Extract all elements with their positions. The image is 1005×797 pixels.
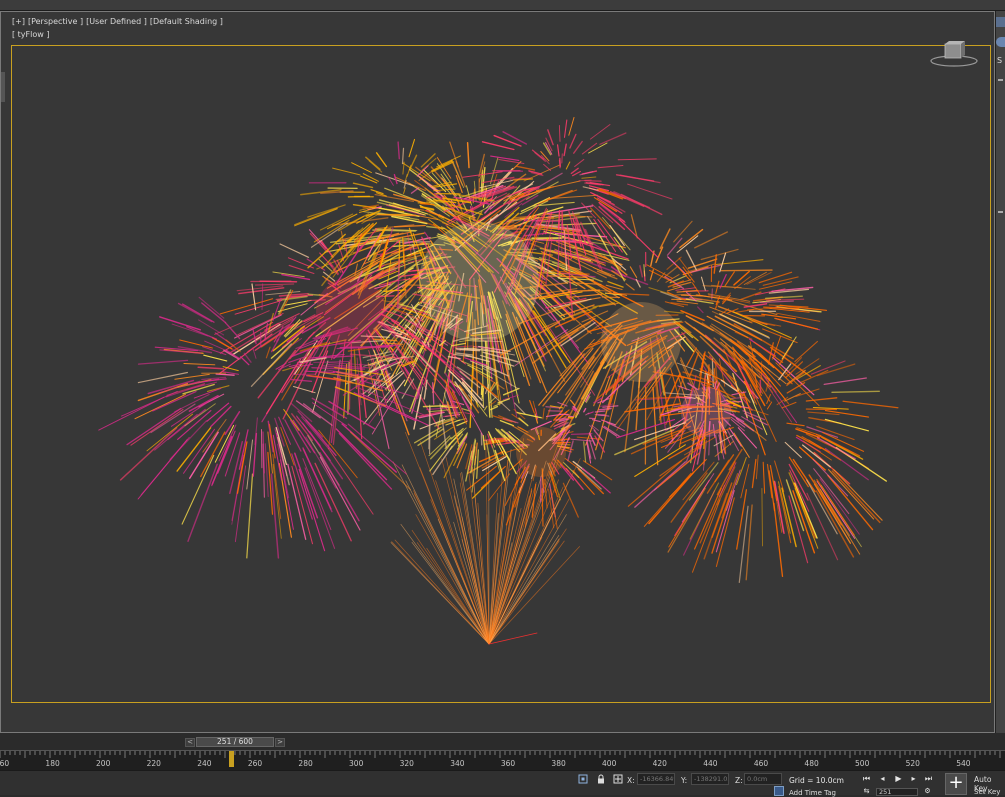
lock-icon[interactable] [596,774,606,784]
track-bar-tick-label: 520 [906,759,920,768]
track-bar-tick-label: 340 [450,759,464,768]
track-bar-tick-label: 460 [754,759,768,768]
key-mode-icon[interactable]: + [945,773,967,795]
grid-size-readout: Grid = 10.0cm [789,776,844,785]
track-bar-ticks [0,751,1005,759]
z-coord-label: Z: [735,776,743,785]
add-time-tag-button[interactable]: Add Time Tag [789,789,836,797]
track-bar-tick-label: 180 [45,759,59,768]
track-bar-tick-label: 360 [501,759,515,768]
track-bar-tick-label: 380 [551,759,565,768]
previous-frame-icon[interactable]: ◂ [877,774,888,784]
play-icon[interactable]: ▶ [893,774,904,784]
track-bar-tick-label: 540 [956,759,970,768]
key-mode-toggle-icon[interactable]: ⇆ [861,786,872,796]
time-config-icon[interactable]: ⚙ [922,786,933,796]
track-bar-tick-label: 200 [96,759,110,768]
time-slider-row: < 251 / 600 > [0,735,1005,749]
time-slider-prev-button[interactable]: < [185,738,195,747]
current-frame-field[interactable]: 251 [876,788,918,796]
command-panel-edge[interactable]: S [995,11,1005,733]
top-toolbar-strip [0,0,1005,11]
track-bar-tick-label: 160 [0,759,9,768]
firework-particles [99,118,898,645]
x-coord-label: X: [627,776,635,785]
time-slider-thumb[interactable]: 251 / 600 [196,737,274,747]
track-bar-tick-label: 420 [653,759,667,768]
go-to-start-icon[interactable]: ⏮ [861,774,872,784]
next-frame-icon[interactable]: ▸ [908,774,919,784]
viewcube-icon[interactable] [929,38,979,68]
go-to-end-icon[interactable]: ⏭ [923,774,934,784]
track-bar-tick-label: 500 [855,759,869,768]
track-bar-tick-label: 260 [248,759,262,768]
status-bar: X: -16366.849 Y: -138291.03 Z: 0.0cm Gri… [0,770,1005,795]
track-bar-tick-label: 300 [349,759,363,768]
panel-dropdown-icon[interactable] [998,79,1003,81]
sphere-object-icon[interactable] [996,37,1005,47]
track-bar-tick-label: 220 [147,759,161,768]
z-coord-field[interactable]: 0.0cm [744,773,782,785]
x-coord-field[interactable]: -16366.849 [637,773,675,785]
time-tag-icon[interactable] [774,786,784,796]
time-slider-next-button[interactable]: > [275,738,285,747]
track-bar[interactable]: 160 180 200 220 240 260 280 300 320 340 360 380 400 4… [0,750,1005,771]
track-bar-tick-label: 400 [602,759,616,768]
track-bar-tick-label: 240 [197,759,211,768]
panel-s-label: S [997,56,1002,65]
particle-fireworks-render [1,12,994,732]
panel-scroll-handle[interactable] [998,211,1003,213]
y-coord-field[interactable]: -138291.03 [691,773,729,785]
set-key-button[interactable]: Set Key [974,788,1000,796]
track-bar-tick-label: 320 [400,759,414,768]
current-frame-marker[interactable] [229,751,234,767]
track-bar-tick-label: 480 [804,759,818,768]
track-bar-tick-label: 440 [703,759,717,768]
perspective-viewport[interactable]: [+][Perspective ][User Defined ][Default… [0,11,995,733]
absolute-mode-icon[interactable] [613,774,623,784]
track-bar-tick-label: 280 [298,759,312,768]
create-panel-icon[interactable] [996,17,1005,27]
y-coord-label: Y: [681,776,687,785]
zoom-extents-icon[interactable] [578,774,588,784]
